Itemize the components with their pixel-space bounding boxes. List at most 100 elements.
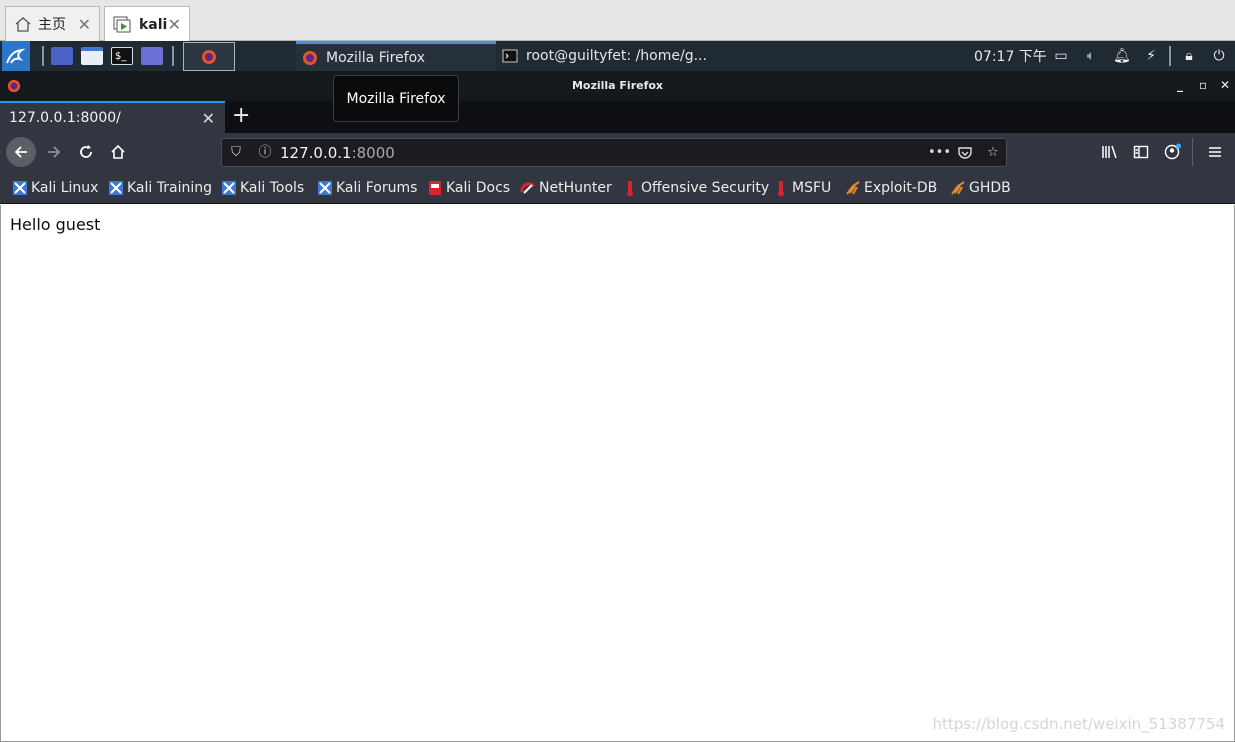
kali-menu-button[interactable] bbox=[2, 41, 30, 71]
lock-icon[interactable]: 🔒︎ bbox=[1181, 48, 1197, 64]
bookmark-label: Kali Tools bbox=[240, 180, 305, 196]
forward-button[interactable] bbox=[40, 138, 68, 166]
bookmark-ghdb[interactable]: GHDB bbox=[950, 180, 1011, 196]
back-button[interactable] bbox=[6, 137, 36, 167]
firefox-icon bbox=[303, 50, 317, 65]
kali-bookmark-icon bbox=[13, 181, 27, 195]
sidebar-icon[interactable] bbox=[1127, 138, 1155, 166]
tracking-protection-shield-icon[interactable]: ⛉ bbox=[228, 145, 244, 161]
kali-docs-icon bbox=[429, 181, 441, 195]
bookmark-kali-forums[interactable]: Kali Forums bbox=[317, 180, 417, 196]
vm-icon bbox=[113, 16, 131, 32]
window-title: Mozilla Firefox bbox=[571, 79, 664, 92]
taskbar-firefox[interactable]: Mozilla Firefox bbox=[296, 41, 496, 71]
toolbar-separator bbox=[1192, 138, 1193, 166]
home-icon bbox=[15, 17, 31, 32]
minimize-icon[interactable]: _ bbox=[1177, 78, 1183, 92]
panel-separator bbox=[172, 46, 174, 66]
bookmark-offensive-security[interactable]: Offensive Security bbox=[622, 180, 769, 196]
url-host: 127.0.0.1 bbox=[280, 144, 352, 162]
offsec-icon bbox=[627, 181, 633, 196]
page-content: Hello guest https://blog.csdn.net/weixin… bbox=[0, 205, 1235, 742]
notification-bell-icon[interactable]: 🔔︎ bbox=[1113, 48, 1131, 64]
bookmarks-toolbar: Kali Linux Kali Training Kali Tools Kali… bbox=[0, 171, 1235, 204]
taskbar-terminal[interactable]: root@guiltyfet: /home/g... bbox=[496, 41, 726, 71]
watermark: https://blog.csdn.net/weixin_51387754 bbox=[932, 715, 1225, 733]
taskbar-label: root@guiltyfet: /home/g... bbox=[526, 48, 707, 64]
workspace-switcher[interactable] bbox=[183, 42, 235, 71]
forward-arrow-icon bbox=[48, 146, 61, 158]
exploitdb-icon bbox=[951, 181, 965, 195]
maximize-icon[interactable]: ▫ bbox=[1199, 78, 1207, 92]
tab-title: 127.0.0.1:8000/ bbox=[9, 110, 121, 126]
nethunter-icon bbox=[520, 182, 536, 194]
close-tab-icon[interactable]: ✕ bbox=[202, 109, 215, 128]
bookmark-kali-docs[interactable]: Kali Docs bbox=[427, 180, 510, 196]
reload-icon bbox=[80, 145, 92, 158]
bookmark-label: Kali Forums bbox=[336, 180, 418, 196]
kali-bookmark-icon bbox=[109, 181, 123, 195]
url-port: :8000 bbox=[351, 144, 395, 162]
bookmark-kali-linux[interactable]: Kali Linux bbox=[12, 180, 98, 196]
exploitdb-icon bbox=[846, 181, 860, 195]
terminal-icon bbox=[502, 49, 518, 63]
bookmark-label: Kali Docs bbox=[446, 180, 511, 196]
vm-tab-kali[interactable]: kali ✕ bbox=[104, 6, 190, 42]
pocket-icon[interactable] bbox=[957, 145, 973, 161]
account-icon[interactable] bbox=[1159, 138, 1187, 166]
navigation-toolbar: ⛉ ⓘ 127.0.0.1:8000 ••• ☆ bbox=[0, 133, 1235, 171]
bookmark-label: Offensive Security bbox=[641, 180, 770, 196]
home-button[interactable] bbox=[104, 138, 132, 166]
screen: 主页 ✕ kali ✕ $_ Mozilla Firefox root@guil… bbox=[0, 0, 1235, 742]
taskbar-label: Mozilla Firefox bbox=[326, 49, 426, 66]
new-tab-button[interactable]: + bbox=[232, 104, 250, 128]
tooltip: Mozilla Firefox bbox=[333, 75, 459, 122]
file-manager-icon[interactable] bbox=[81, 47, 103, 65]
address-bar[interactable]: ⛉ ⓘ 127.0.0.1:8000 ••• ☆ bbox=[221, 138, 1007, 167]
panel-separator bbox=[42, 46, 44, 66]
kali-panel: $_ Mozilla Firefox root@guiltyfet: /home… bbox=[0, 41, 1235, 71]
kali-bookmark-icon bbox=[318, 181, 332, 195]
back-arrow-icon bbox=[14, 146, 27, 158]
page-actions-icon[interactable]: ••• bbox=[928, 145, 951, 161]
clock[interactable]: 07:17 下午 bbox=[974, 41, 1047, 71]
vm-tab-label: 主页 bbox=[38, 17, 66, 33]
offsec-icon bbox=[778, 181, 784, 196]
bookmark-label: GHDB bbox=[969, 180, 1011, 196]
screen-recorder-icon[interactable] bbox=[141, 47, 163, 65]
workspace-launcher-icon[interactable] bbox=[51, 47, 73, 65]
bookmark-nethunter[interactable]: NetHunter bbox=[520, 180, 612, 196]
bookmark-label: Kali Training bbox=[127, 180, 212, 196]
bookmark-exploit-db[interactable]: Exploit-DB bbox=[845, 180, 937, 196]
firefox-titlebar: Mozilla Firefox _ ▫ ✕ bbox=[0, 71, 1235, 101]
close-icon[interactable]: ✕ bbox=[168, 15, 181, 34]
firefox-tabbar: 127.0.0.1:8000/ ✕ + bbox=[0, 101, 1235, 133]
site-info-icon[interactable]: ⓘ bbox=[257, 145, 273, 161]
kali-bookmark-icon bbox=[222, 181, 236, 195]
library-icon[interactable] bbox=[1096, 138, 1124, 166]
bookmark-label: Kali Linux bbox=[31, 180, 99, 196]
bookmark-kali-training[interactable]: Kali Training bbox=[108, 180, 212, 196]
terminal-launcher-icon[interactable]: $_ bbox=[111, 47, 133, 65]
bookmark-kali-tools[interactable]: Kali Tools bbox=[221, 180, 304, 196]
browser-tab[interactable]: 127.0.0.1:8000/ ✕ bbox=[0, 101, 225, 133]
home-icon bbox=[111, 144, 125, 159]
power-manager-icon[interactable]: ⚡︎ bbox=[1143, 48, 1159, 64]
reload-button[interactable] bbox=[72, 138, 100, 166]
logout-icon[interactable]: ⏻ bbox=[1211, 48, 1227, 64]
display-icon[interactable]: ▭ bbox=[1053, 48, 1069, 64]
close-window-icon[interactable]: ✕ bbox=[1220, 78, 1230, 92]
hamburger-menu-icon[interactable] bbox=[1201, 138, 1229, 166]
greeting-text: Hello guest bbox=[10, 215, 101, 234]
panel-separator bbox=[1169, 46, 1171, 66]
bookmark-star-icon[interactable]: ☆ bbox=[985, 145, 1001, 161]
close-icon[interactable]: ✕ bbox=[78, 15, 91, 34]
vm-tab-home[interactable]: 主页 ✕ bbox=[5, 6, 100, 41]
bookmark-label: Exploit-DB bbox=[864, 180, 938, 196]
vm-tab-strip: 主页 ✕ kali ✕ bbox=[0, 0, 1235, 42]
bookmark-label: MSFU bbox=[792, 180, 832, 196]
kali-dragon-icon bbox=[6, 48, 26, 64]
volume-icon[interactable]: 🔈︎ bbox=[1083, 48, 1099, 64]
bookmark-msfu[interactable]: MSFU bbox=[773, 180, 831, 196]
url-text: 127.0.0.1:8000 bbox=[280, 144, 395, 162]
